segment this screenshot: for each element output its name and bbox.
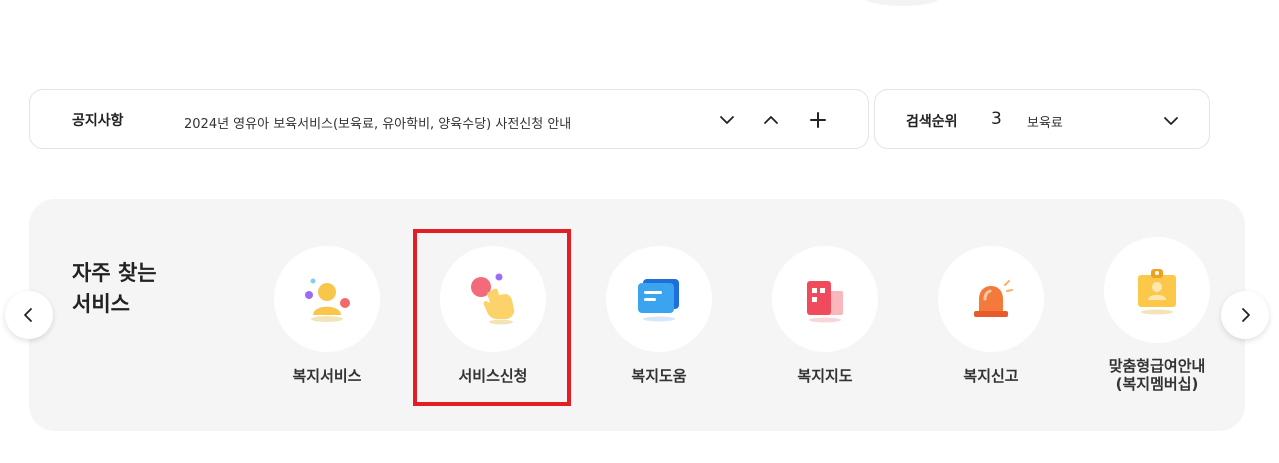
service-item-label: 복지서비스 [292,367,362,385]
frequent-services-panel: 자주 찾는 서비스 복지서비스 서비스신청 복지도움 복지지도 복지신고 맞춤형… [29,199,1245,431]
siren-icon [974,280,1013,317]
search-rank-bar[interactable]: 검색순위 3 보육료 [874,89,1210,149]
service-icon-circle [274,246,380,352]
notice-prev-button[interactable] [759,108,783,132]
chevron-down-icon [720,116,734,124]
notice-more-button[interactable] [806,108,830,132]
chat-bubble-icon [638,279,679,322]
search-rank-expand-button[interactable] [1159,109,1183,133]
chevron-left-icon [24,308,32,322]
welfare-people-icon [305,278,350,322]
service-icon-circle [938,246,1044,352]
search-rank-number: 3 [991,109,1002,129]
building-map-icon [807,281,843,323]
service-icon-circle [606,246,712,352]
frequent-services-title: 자주 찾는 서비스 [72,258,157,320]
title-line-2: 서비스 [72,292,130,316]
notice-bar: 공지사항 2024년 영유아 보육서비스(보육료, 유아학비, 양육수당) 사전… [29,89,869,149]
service-item-sublabel: (복지멤버십) [1115,375,1199,393]
notice-label: 공지사항 [72,113,124,129]
chevron-up-icon [764,116,778,124]
service-icon-circle [1104,237,1210,343]
highlight-box [413,229,571,406]
carousel-next-button[interactable] [1221,291,1269,339]
search-rank-label: 검색순위 [906,114,958,130]
search-rank-term[interactable]: 보육료 [1027,112,1063,131]
plus-icon [810,112,826,128]
top-decoration [862,0,942,6]
service-item-label: 복지도움 [631,367,687,385]
service-icon-circle [772,246,878,352]
service-item-label: 복지지도 [797,367,853,385]
chevron-down-icon [1164,117,1178,125]
notice-text-link[interactable]: 2024년 영유아 보육서비스(보육료, 유아학비, 양육수당) 사전신청 안내 [184,113,571,132]
carousel-prev-button[interactable] [5,291,53,339]
id-badge-icon [1138,269,1176,315]
service-item-label: 복지신고 [963,367,1019,385]
notice-next-button[interactable] [715,108,739,132]
title-line-1: 자주 찾는 [72,261,157,285]
chevron-right-icon [1242,308,1250,322]
service-item-label: 맞춤형급여안내 [1108,357,1206,375]
